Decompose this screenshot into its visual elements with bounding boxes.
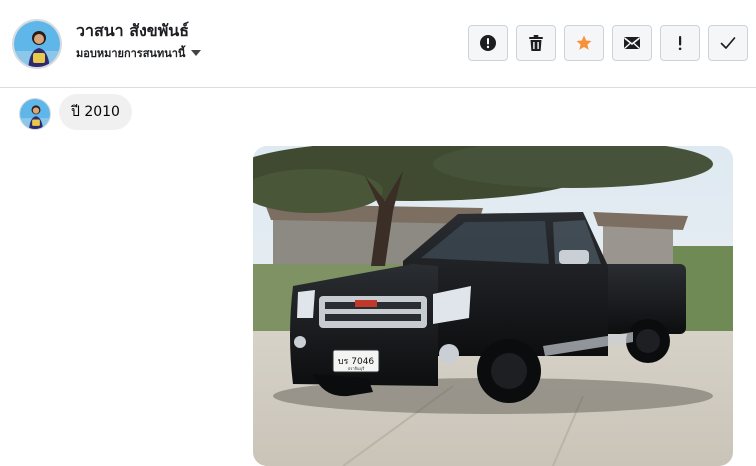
alert-circle-icon xyxy=(480,35,496,51)
assign-conversation-dropdown[interactable]: มอบหมายการสนทนานี้ xyxy=(76,44,202,62)
mark-unread-button[interactable] xyxy=(612,25,652,61)
assign-label: มอบหมายการสนทนานี้ xyxy=(76,47,186,60)
message-thread: ปี 2010 บร 7046 ปราจีนบุรี xyxy=(0,89,756,466)
star-button[interactable] xyxy=(564,25,604,61)
mark-spam-button[interactable] xyxy=(468,25,508,61)
mark-done-button[interactable] xyxy=(708,25,748,61)
exclamation-icon xyxy=(678,36,682,51)
message-image[interactable]: บร 7046 ปราจีนบุรี xyxy=(253,146,733,466)
contact-name[interactable]: วาสนา สังขพันธ์ xyxy=(76,19,189,44)
check-icon xyxy=(720,37,736,49)
delete-button[interactable] xyxy=(516,25,556,61)
trash-icon xyxy=(529,35,543,51)
avatar-photo xyxy=(20,99,50,129)
contact-avatar[interactable] xyxy=(12,19,62,69)
pickup-truck-photo: บร 7046 ปราจีนบุรี xyxy=(253,146,733,466)
sender-avatar[interactable] xyxy=(19,98,51,130)
avatar-photo xyxy=(14,21,60,67)
envelope-icon xyxy=(624,37,640,49)
toolbar-actions xyxy=(468,25,748,61)
caret-down-icon xyxy=(191,50,202,56)
follow-up-button[interactable] xyxy=(660,25,700,61)
star-icon xyxy=(576,35,592,50)
conversation-header: วาสนา สังขพันธ์ มอบหมายการสนทนานี้ xyxy=(0,0,756,88)
message-bubble[interactable]: ปี 2010 xyxy=(59,94,132,130)
